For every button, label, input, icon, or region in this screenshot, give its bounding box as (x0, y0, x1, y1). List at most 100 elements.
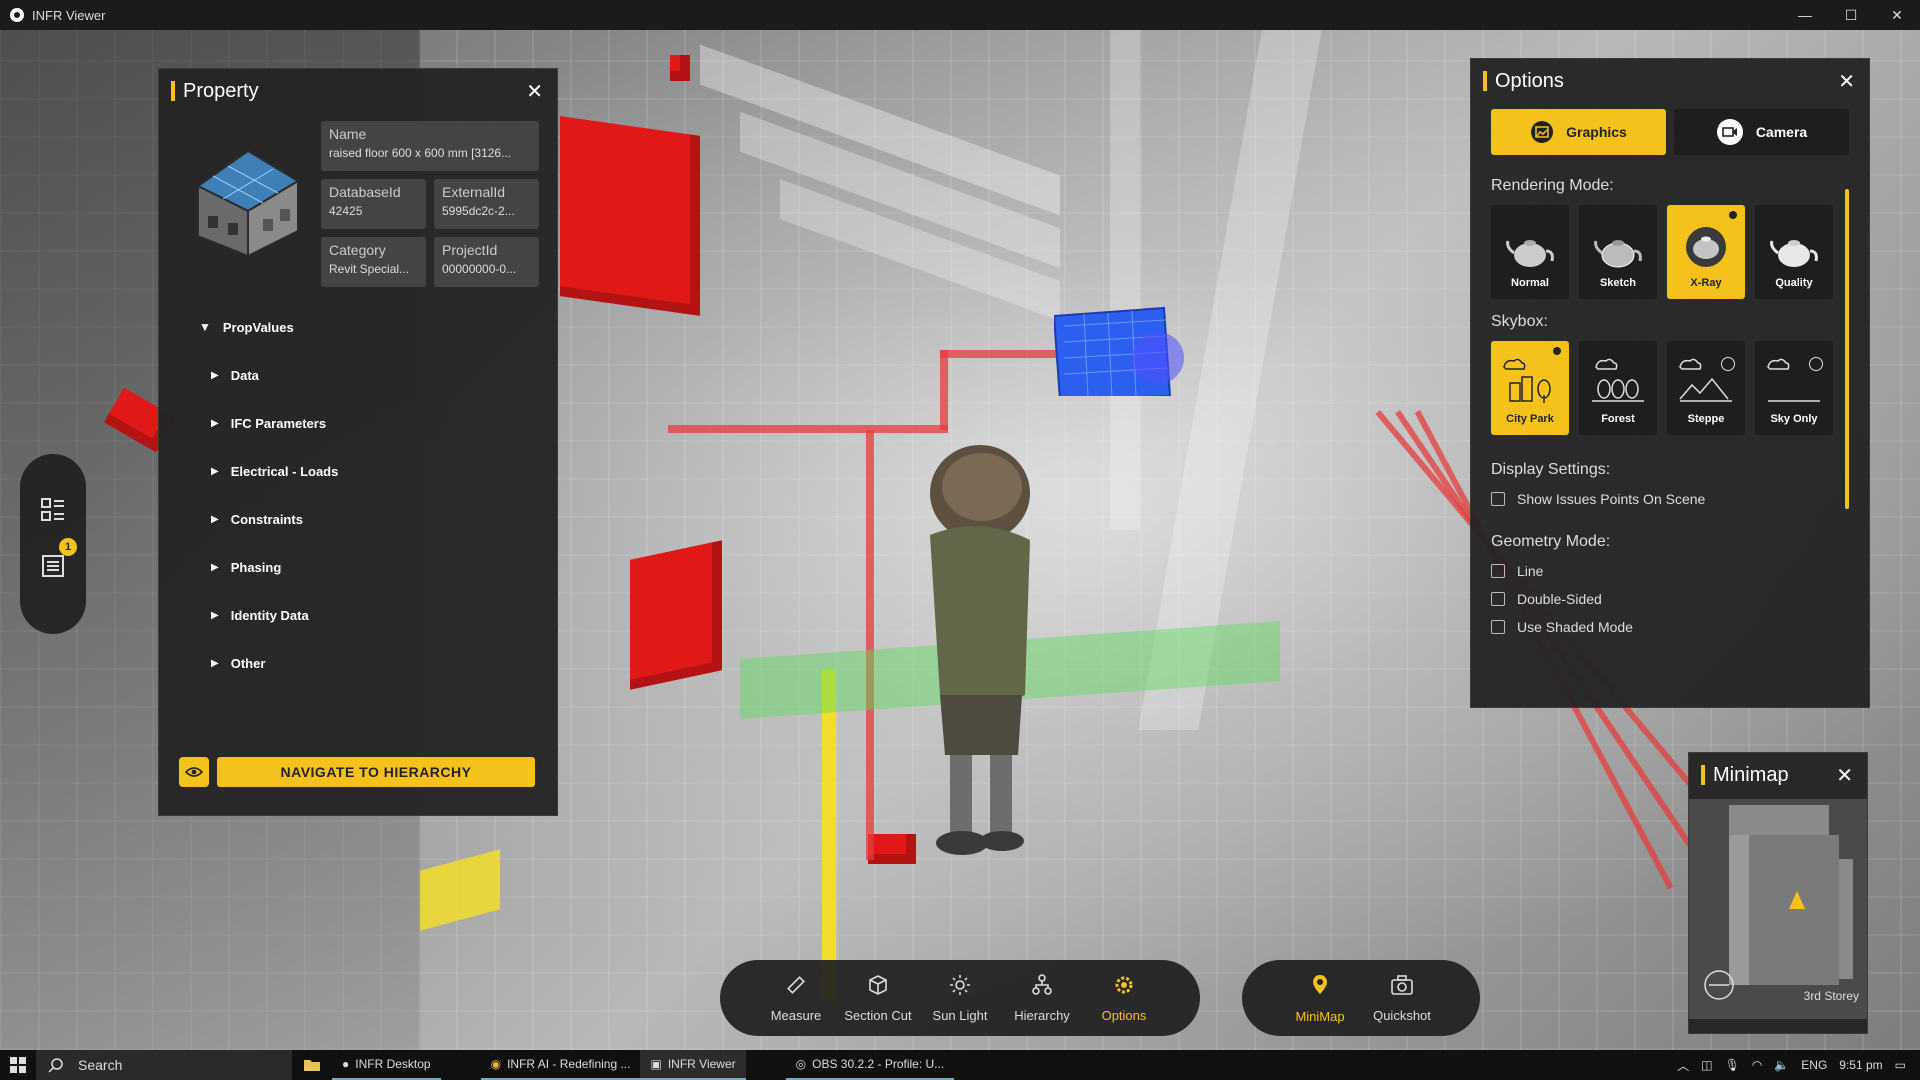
skybox-steppe[interactable]: Steppe (1667, 341, 1745, 435)
show-issues-points-checkbox[interactable]: Show Issues Points On Scene (1471, 491, 1869, 507)
toolbar-label: Measure (770, 1007, 822, 1023)
hierarchy-button[interactable]: Hierarchy (1003, 973, 1081, 1023)
gear-icon (1115, 976, 1133, 993)
field-externalid[interactable]: ExternalId 5995dc2c-2... (434, 179, 539, 229)
quickshot-button[interactable]: Quickshot (1363, 974, 1441, 1023)
minimap-panel: Minimap ✕ 3rd Storey (1688, 752, 1868, 1034)
display-settings-title: Display Settings: (1491, 461, 1611, 478)
toolbar-label: MiniMap (1295, 1008, 1345, 1024)
close-window-button[interactable]: ✕ (1874, 0, 1920, 30)
checkbox-icon[interactable] (1491, 620, 1505, 634)
minimap-view[interactable]: 3rd Storey (1689, 799, 1867, 1019)
tab-camera[interactable]: Camera (1674, 109, 1849, 155)
rendering-xray[interactable]: X-Ray (1667, 205, 1745, 299)
language-indicator[interactable]: ENG (1801, 1058, 1827, 1072)
task-infr-viewer[interactable]: ▣ INFR Viewer (640, 1050, 746, 1080)
teapot-xray-icon (1686, 227, 1726, 267)
layout-grid-button[interactable] (39, 496, 67, 524)
task-obs[interactable]: ◎ OBS 30.2.2 - Profile: U... (785, 1050, 955, 1080)
sun-light-button[interactable]: Sun Light (921, 974, 999, 1023)
double-sided-checkbox[interactable]: Double-Sided (1471, 591, 1869, 607)
microphone-icon[interactable]: 🎙 (1725, 1058, 1740, 1072)
tree-node-constraints[interactable]: ▶ Constraints (199, 507, 557, 531)
options-scrollbar[interactable] (1845, 189, 1849, 509)
tree-node-identity-data[interactable]: ▶ Identity Data (199, 603, 557, 627)
field-projectid[interactable]: ProjectId 00000000-0... (434, 237, 539, 287)
navigate-to-hierarchy-button[interactable]: NAVIGATE TO HIERARCHY (217, 757, 535, 787)
clock[interactable]: 9:51 pm (1839, 1058, 1882, 1072)
forest-icon (1592, 358, 1644, 402)
skybox-city-park[interactable]: City Park (1491, 341, 1569, 435)
tile-label: Steppe (1687, 413, 1725, 425)
checkbox-icon[interactable] (1491, 592, 1505, 606)
tab-graphics[interactable]: Graphics (1491, 109, 1666, 155)
minimap-button[interactable]: MiniMap (1281, 973, 1359, 1024)
file-explorer-button[interactable] (292, 1050, 332, 1080)
skybox-forest[interactable]: Forest (1579, 341, 1657, 435)
checkbox-icon[interactable] (1491, 492, 1505, 506)
sun-icon (1721, 357, 1735, 371)
checkbox-label: Double-Sided (1517, 591, 1602, 607)
window-title: INFR Viewer (32, 7, 106, 23)
rendering-mode-row: Normal Sketch X-Ray Quality (1471, 205, 1869, 299)
tree-node-label: Constraints (230, 511, 303, 527)
checkbox-label: Use Shaded Mode (1517, 619, 1633, 635)
tree-node-label: Electrical - Loads (230, 463, 339, 479)
tile-label: Quality (1775, 277, 1813, 289)
field-value: 42425 (329, 204, 363, 218)
task-browser[interactable]: ◉ INFR AI - Redefining ... (480, 1050, 641, 1080)
tree-node-data[interactable]: ▶ Data (199, 363, 557, 387)
line-checkbox[interactable]: Line (1471, 563, 1869, 579)
search-icon (48, 1058, 63, 1073)
yellow-post (822, 670, 836, 1000)
checkbox-icon[interactable] (1491, 564, 1505, 578)
tile-label: Sketch (1599, 277, 1637, 289)
visibility-button[interactable] (179, 757, 209, 787)
tree-node-electrical-loads[interactable]: ▶ Electrical - Loads (199, 459, 557, 483)
use-shaded-mode-checkbox[interactable]: Use Shaded Mode (1471, 619, 1869, 635)
tree-root-propvalues[interactable]: ▼ PropValues (199, 315, 557, 339)
tree-root-label: PropValues (222, 319, 294, 335)
field-databaseid[interactable]: DatabaseId 42425 (321, 179, 426, 229)
field-category[interactable]: Category Revit Special... (321, 237, 426, 287)
minimize-button[interactable]: — (1782, 0, 1828, 30)
volume-icon[interactable]: 🔈 (1774, 1058, 1789, 1072)
red-cabinet[interactable] (630, 540, 722, 690)
model-thumbnail (173, 121, 313, 271)
header-accent (171, 81, 175, 101)
field-name[interactable]: Name raised floor 600 x 600 mm [3126... (321, 121, 539, 171)
blue-panel-object[interactable] (1054, 286, 1204, 396)
start-button[interactable] (0, 1050, 36, 1080)
tree-node-other[interactable]: ▶ Other (199, 651, 557, 675)
caret-right-icon: ▶ (211, 609, 219, 621)
red-marker-top[interactable] (670, 55, 690, 81)
close-icon[interactable]: ✕ (1838, 69, 1855, 94)
tree-node-phasing[interactable]: ▶ Phasing (199, 555, 557, 579)
close-icon[interactable]: ✕ (1836, 763, 1853, 788)
wifi-icon[interactable]: ◠ (1752, 1058, 1762, 1072)
bottom-toolbar-secondary: MiniMap Quickshot (1242, 960, 1480, 1036)
skybox-sky-only[interactable]: Sky Only (1755, 341, 1833, 435)
options-button[interactable]: Options (1085, 974, 1163, 1023)
taskbar-search[interactable]: Search (36, 1050, 292, 1080)
rendering-sketch[interactable]: Sketch (1579, 205, 1657, 299)
rendering-quality[interactable]: Quality (1755, 205, 1833, 299)
red-equipment-box[interactable] (560, 116, 700, 316)
property-panel: Property ✕ Name raised floor 600 x 600 m… (158, 68, 558, 816)
section-cut-button[interactable]: Section Cut (839, 974, 917, 1023)
close-icon[interactable]: ✕ (526, 79, 543, 104)
chevron-up-icon[interactable]: ︿ (1677, 1057, 1689, 1074)
task-infr-desktop[interactable]: ● INFR Desktop (332, 1050, 441, 1080)
tab-label: Camera (1755, 124, 1808, 140)
notifications-icon[interactable]: ▭ (1895, 1058, 1906, 1072)
network-icon[interactable]: ◫ (1701, 1058, 1712, 1072)
geometry-mode-title: Geometry Mode: (1491, 533, 1611, 550)
checkbox-label: Line (1517, 563, 1544, 579)
tree-node-ifc-parameters[interactable]: ▶ IFC Parameters (199, 411, 557, 435)
rendering-normal[interactable]: Normal (1491, 205, 1569, 299)
maximize-button[interactable]: ☐ (1828, 0, 1874, 30)
measure-button[interactable]: Measure (757, 974, 835, 1023)
caret-right-icon: ▶ (211, 465, 219, 477)
issues-button[interactable]: 1 (39, 538, 77, 580)
worker-avatar[interactable] (900, 435, 1050, 865)
